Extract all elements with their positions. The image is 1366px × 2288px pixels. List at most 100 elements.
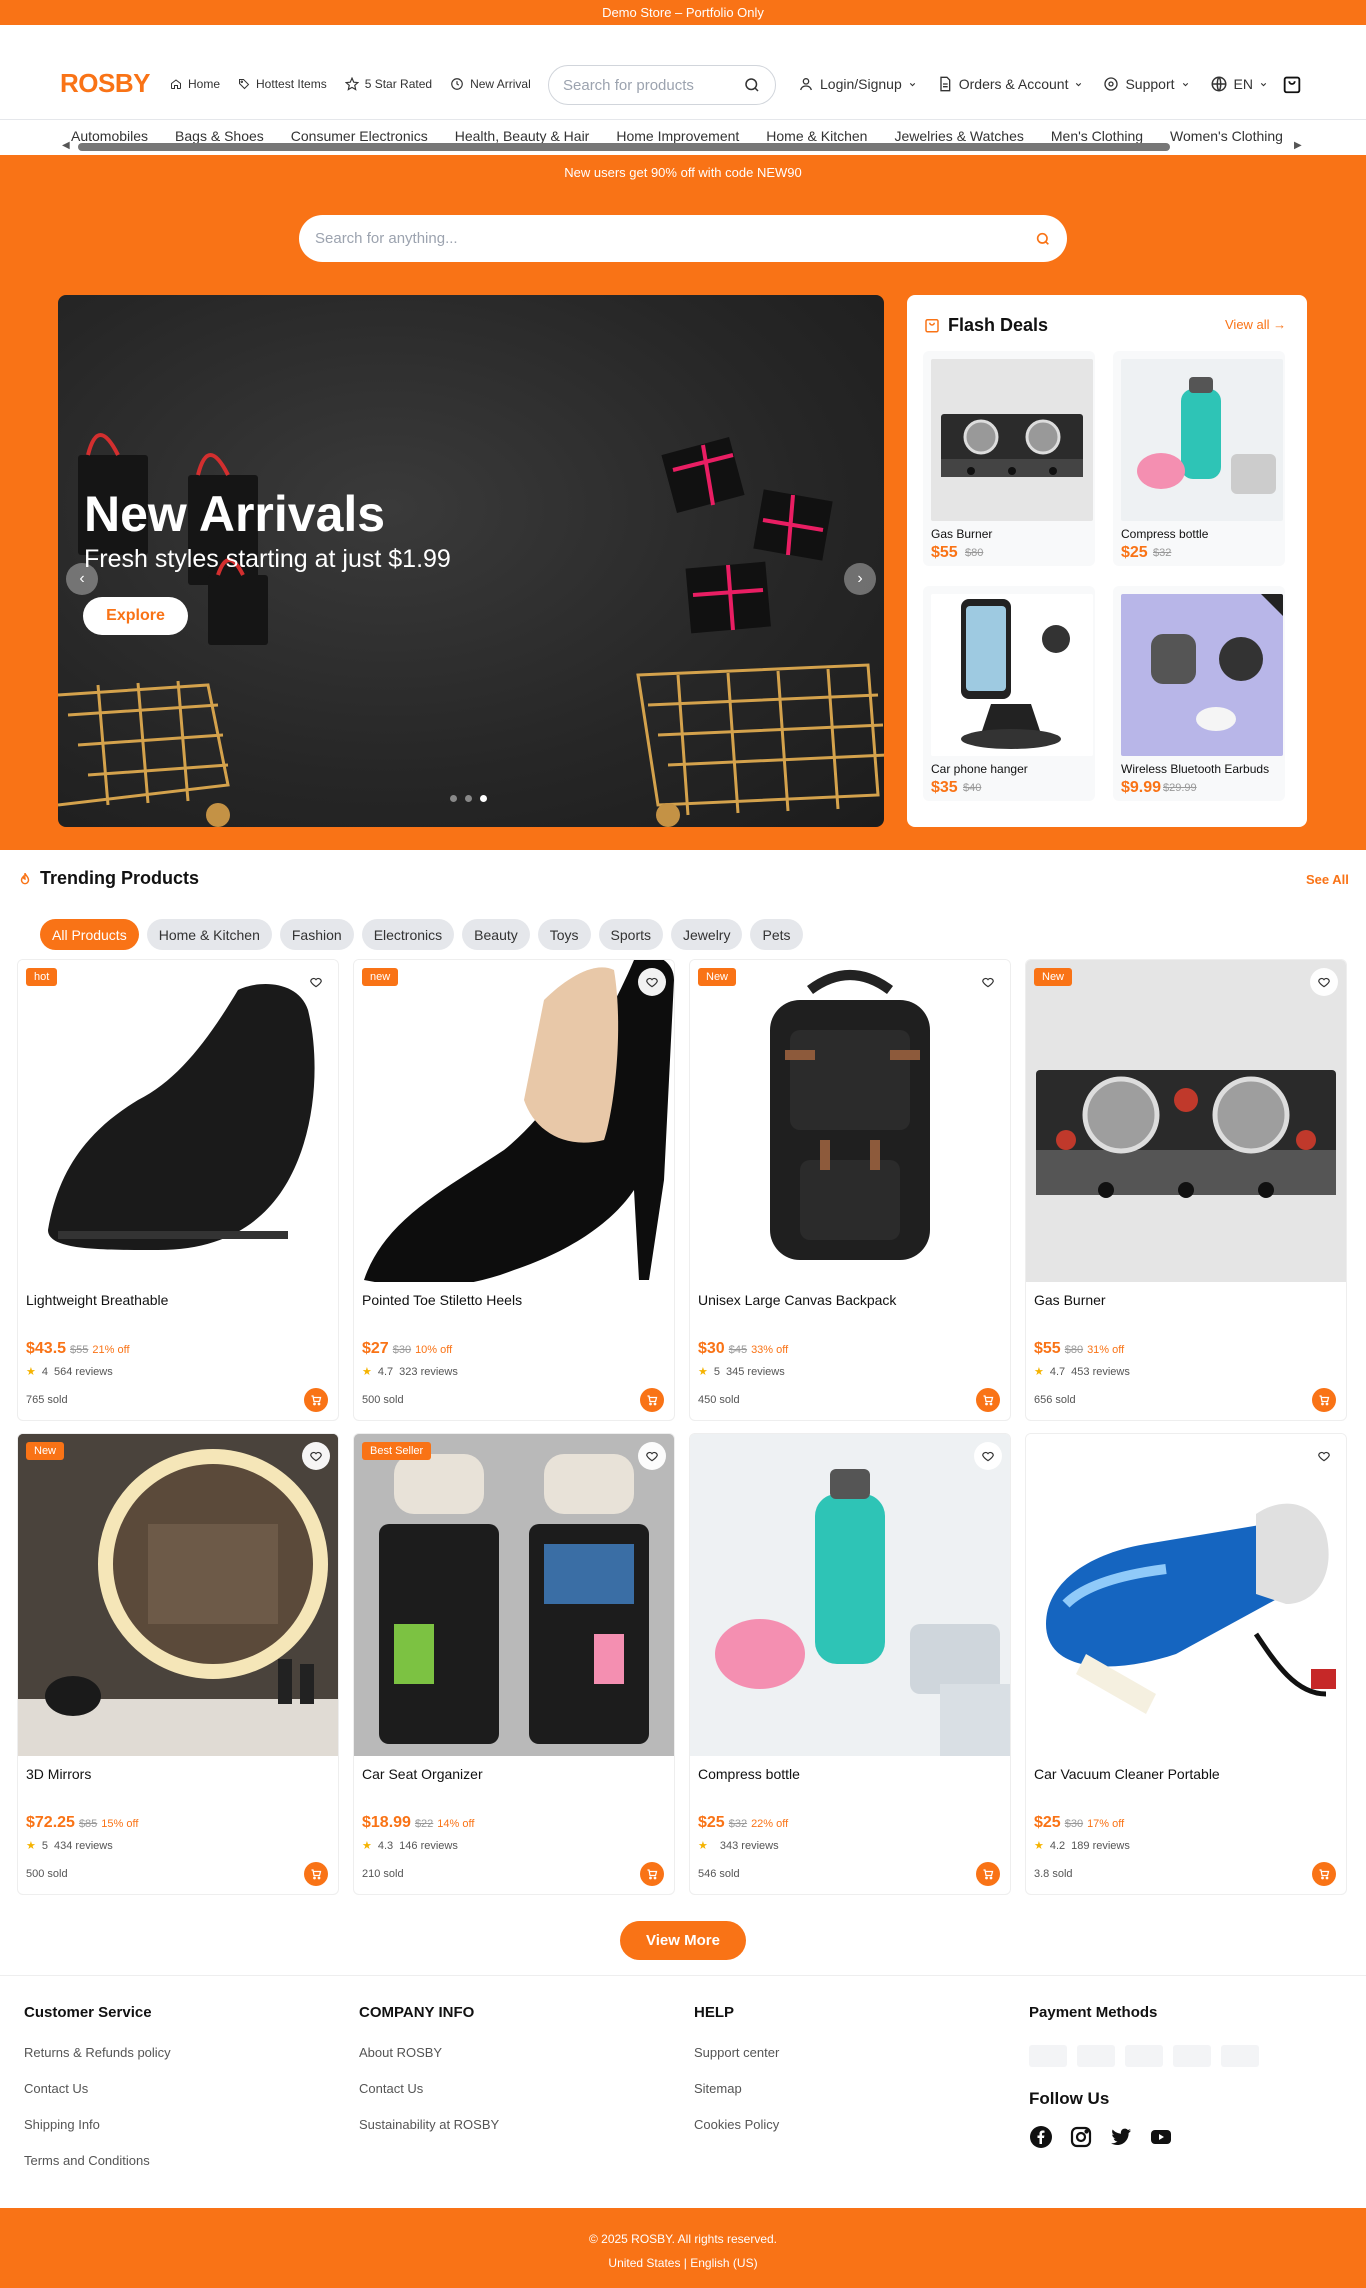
flash-deal-item[interactable]: Wireless Bluetooth Earbuds $9.99 $29.99 — [1113, 586, 1285, 801]
search-icon[interactable] — [743, 76, 761, 94]
heart-icon[interactable] — [302, 1442, 330, 1470]
category-jewelries-watches[interactable]: Jewelries & Watches — [894, 128, 1023, 144]
flash-deal-item[interactable]: Gas Burner $55 $80 — [923, 351, 1095, 566]
scroll-right-icon[interactable]: ▶ — [1294, 140, 1302, 151]
cart-button[interactable] — [1281, 73, 1303, 95]
twitter-icon[interactable] — [1109, 2125, 1133, 2149]
filter-toys[interactable]: Toys — [537, 919, 591, 950]
footer-link[interactable]: About ROSBY — [359, 2045, 499, 2081]
view-all-label: View all — [1225, 317, 1270, 332]
footer-link[interactable]: Sustainability at ROSBY — [359, 2117, 499, 2153]
login-menu[interactable]: Login/Signup — [798, 76, 917, 92]
category-consumer-electronics[interactable]: Consumer Electronics — [291, 128, 428, 144]
add-to-cart-icon[interactable] — [640, 1388, 664, 1412]
support-menu[interactable]: Support — [1103, 76, 1189, 92]
heart-icon[interactable] — [302, 968, 330, 996]
footer-link[interactable]: Contact Us — [359, 2081, 499, 2117]
see-all-link[interactable]: See All — [1306, 872, 1349, 887]
heart-icon[interactable] — [638, 968, 666, 996]
footer-link[interactable]: Shipping Info — [24, 2117, 171, 2153]
product-name[interactable]: Compress bottle — [698, 1766, 800, 1782]
add-to-cart-icon[interactable] — [1312, 1862, 1336, 1886]
facebook-icon[interactable] — [1029, 2125, 1053, 2149]
view-more-button[interactable]: View More — [620, 1921, 746, 1960]
product-card[interactable]: hot Lightweight Breathable $43.5 $55 21% o… — [17, 959, 339, 1421]
hero-search-input[interactable]: Search for anything... — [299, 215, 1067, 262]
quick-link-home[interactable]: Home — [170, 77, 220, 91]
product-name[interactable]: Gas Burner — [1034, 1292, 1106, 1308]
footer-link[interactable]: Cookies Policy — [694, 2117, 779, 2153]
product-name[interactable]: 3D Mirrors — [26, 1766, 91, 1782]
add-to-cart-icon[interactable] — [640, 1862, 664, 1886]
hero-carousel[interactable]: New Arrivals Fresh styles starting at ju… — [58, 295, 884, 827]
product-name[interactable]: Car Seat Organizer — [362, 1766, 483, 1782]
heart-icon[interactable] — [1310, 968, 1338, 996]
product-card[interactable]: New Unisex Large Canvas Backpack $30 $45 3… — [689, 959, 1011, 1421]
carousel-dot-active[interactable] — [480, 795, 487, 802]
quick-link-new-arrival[interactable]: New Arrival — [450, 77, 531, 91]
heart-icon[interactable] — [638, 1442, 666, 1470]
carousel-prev-icon[interactable]: ‹ — [66, 563, 98, 595]
footer-link[interactable]: Sitemap — [694, 2081, 779, 2117]
add-to-cart-icon[interactable] — [304, 1388, 328, 1412]
instagram-icon[interactable] — [1069, 2125, 1093, 2149]
product-name[interactable]: Unisex Large Canvas Backpack — [698, 1292, 896, 1308]
scroll-left-icon[interactable]: ◀ — [62, 140, 70, 151]
flash-view-all-link[interactable]: View all → — [1225, 317, 1286, 332]
category-bags-shoes[interactable]: Bags & Shoes — [175, 128, 264, 144]
footer-link[interactable]: Returns & Refunds policy — [24, 2045, 171, 2081]
flash-deal-item[interactable]: Car phone hanger $35 $40 — [923, 586, 1095, 801]
category-health-beauty[interactable]: Health, Beauty & Hair — [455, 128, 590, 144]
quick-link-five-star[interactable]: 5 Star Rated — [344, 77, 432, 91]
footer-link[interactable]: Support center — [694, 2045, 779, 2081]
product-card[interactable]: Compress bottle $25 $32 22% off ★ 343 revie… — [689, 1433, 1011, 1895]
filter-beauty[interactable]: Beauty — [462, 919, 530, 950]
product-name[interactable]: Car Vacuum Cleaner Portable — [1034, 1766, 1220, 1782]
category-scrollbar[interactable] — [78, 143, 1170, 151]
youtube-icon[interactable] — [1149, 2125, 1173, 2149]
orders-menu[interactable]: Orders & Account — [937, 76, 1084, 92]
footer-link[interactable]: Contact Us — [24, 2081, 171, 2117]
product-image — [931, 359, 1093, 521]
quick-link-hottest[interactable]: Hottest Items — [238, 77, 327, 91]
filter-all-products[interactable]: All Products — [40, 919, 139, 950]
product-card[interactable]: Best Seller Car Seat Organizer $18.99 $22… — [353, 1433, 675, 1895]
category-home-improvement[interactable]: Home Improvement — [616, 128, 739, 144]
add-to-cart-icon[interactable] — [976, 1862, 1000, 1886]
language-menu[interactable]: EN — [1210, 75, 1268, 93]
filter-electronics[interactable]: Electronics — [361, 919, 455, 950]
add-to-cart-icon[interactable] — [304, 1862, 328, 1886]
star-icon: ★ — [26, 1366, 36, 1378]
filter-fashion[interactable]: Fashion — [279, 919, 354, 950]
filter-pets[interactable]: Pets — [750, 919, 803, 950]
product-card[interactable]: new Pointed Toe Stiletto Heels $27 $30 10%… — [353, 959, 675, 1421]
logo[interactable]: ROSBY — [60, 68, 150, 99]
carousel-dot[interactable] — [465, 795, 472, 802]
carousel-next-icon[interactable]: › — [844, 563, 876, 595]
heart-icon[interactable] — [974, 1442, 1002, 1470]
product-card[interactable]: Car Vacuum Cleaner Portable $25 $30 17% of… — [1025, 1433, 1347, 1895]
product-card[interactable]: New Gas Burner $55 $80 31% off ★ 4.7 453 rev… — [1025, 959, 1347, 1421]
heart-icon[interactable] — [974, 968, 1002, 996]
category-home-kitchen[interactable]: Home & Kitchen — [766, 128, 867, 144]
category-automobiles[interactable]: Automobiles — [71, 128, 148, 144]
product-name[interactable]: Lightweight Breathable — [26, 1292, 168, 1308]
filter-jewelry[interactable]: Jewelry — [671, 919, 743, 950]
search-icon[interactable] — [1035, 231, 1051, 247]
category-womens-clothing[interactable]: Women's Clothing — [1170, 128, 1283, 144]
footer-link[interactable]: Terms and Conditions — [24, 2153, 171, 2189]
product-card[interactable]: New 3D Mirrors $72.25 $85 15% off ★ 5 434 re… — [17, 1433, 339, 1895]
filter-home-kitchen[interactable]: Home & Kitchen — [146, 919, 272, 950]
header-search-input[interactable]: Search for products — [548, 65, 776, 105]
category-mens-clothing[interactable]: Men's Clothing — [1051, 128, 1143, 144]
heart-icon[interactable] — [1310, 1442, 1338, 1470]
add-to-cart-icon[interactable] — [1312, 1388, 1336, 1412]
carousel-dot[interactable] — [450, 795, 457, 802]
filter-sports[interactable]: Sports — [598, 919, 664, 950]
flash-deal-item[interactable]: Compress bottle $25 $32 — [1113, 351, 1285, 566]
product-name[interactable]: Pointed Toe Stiletto Heels — [362, 1292, 522, 1308]
payment-icon — [1077, 2045, 1115, 2067]
add-to-cart-icon[interactable] — [976, 1388, 1000, 1412]
explore-button[interactable]: Explore — [83, 597, 188, 635]
locale-link[interactable]: United States | English (US) — [0, 2256, 1366, 2270]
